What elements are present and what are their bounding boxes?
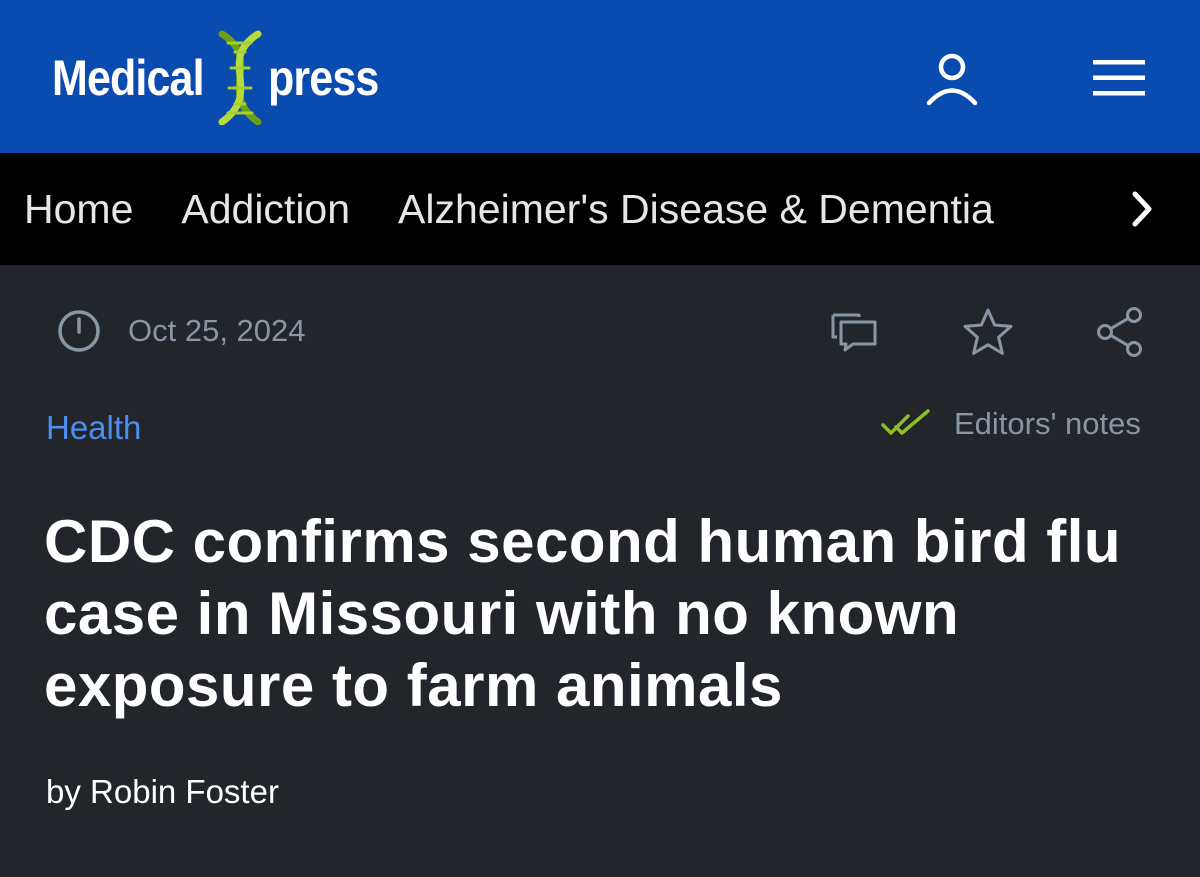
nav-item-alzheimers[interactable]: Alzheimer's Disease & Dementia bbox=[398, 188, 994, 230]
chevron-right-icon bbox=[1132, 191, 1152, 227]
article-date: Oct 25, 2024 bbox=[56, 308, 306, 354]
hamburger-menu-icon bbox=[1093, 60, 1145, 96]
share-icon bbox=[1097, 307, 1142, 357]
comments-button[interactable] bbox=[826, 306, 882, 356]
comment-icon bbox=[831, 313, 877, 352]
main-menu-button[interactable] bbox=[1088, 50, 1150, 106]
editors-notes-link[interactable]: Editors' notes bbox=[880, 406, 1141, 442]
site-logo[interactable]: Medical press bbox=[52, 30, 397, 125]
clock-icon bbox=[58, 310, 100, 352]
dna-helix-icon bbox=[218, 30, 262, 125]
site-header: Medical press bbox=[0, 0, 1200, 153]
user-icon bbox=[926, 53, 978, 106]
article-title: CDC confirms second human bird flu case … bbox=[44, 508, 1122, 719]
nav-item-home[interactable]: Home bbox=[24, 188, 133, 230]
logo-word-medical: Medical bbox=[52, 49, 205, 106]
category-nav-track: Home Addiction Alzheimer's Disease & Dem… bbox=[24, 153, 1024, 265]
logo-word-press: press bbox=[268, 49, 379, 106]
byline-prefix: by bbox=[46, 773, 81, 810]
nav-next-button[interactable] bbox=[1116, 181, 1168, 237]
bookmark-button[interactable] bbox=[960, 304, 1016, 360]
editors-notes-label: Editors' notes bbox=[954, 406, 1141, 441]
article-byline: by Robin Foster bbox=[46, 773, 279, 810]
nav-item-addiction[interactable]: Addiction bbox=[181, 188, 350, 230]
share-button[interactable] bbox=[1094, 304, 1146, 360]
date-text: Oct 25, 2024 bbox=[128, 313, 306, 348]
category-nav: Home Addiction Alzheimer's Disease & Dem… bbox=[0, 153, 1200, 265]
section-link-health[interactable]: Health bbox=[46, 409, 141, 446]
author-name[interactable]: Robin Foster bbox=[90, 773, 279, 810]
double-check-icon bbox=[881, 409, 930, 435]
star-icon bbox=[963, 308, 1013, 355]
account-button[interactable] bbox=[920, 46, 984, 110]
